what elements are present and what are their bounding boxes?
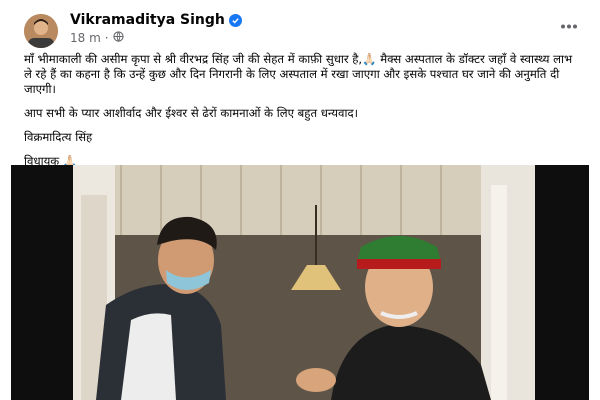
globe-icon xyxy=(112,31,124,45)
post-paragraph-1: माँ भीमाकाली की असीम कृपा से श्री वीरभद्… xyxy=(24,52,573,96)
author-name-row: Vikramaditya Singh xyxy=(70,12,242,28)
facebook-post: Vikramaditya Singh 18 m · माँ भीमाकाली क… xyxy=(0,0,600,400)
post-paragraph-2: आप सभी के प्यार आशीर्वाद और ईश्वर से ढेर… xyxy=(24,106,359,120)
post-time[interactable]: 18 m xyxy=(70,31,101,45)
signature-name: विक्रमादित्य सिंह xyxy=(24,130,93,144)
post-meta: 18 m · xyxy=(70,31,124,45)
more-options-button[interactable] xyxy=(558,14,580,32)
verified-badge-icon xyxy=(228,13,242,27)
author-name[interactable]: Vikramaditya Singh xyxy=(70,12,225,28)
avatar[interactable] xyxy=(24,14,58,48)
post-text: माँ भीमाकाली की असीम कृपा से श्री वीरभद्… xyxy=(24,52,580,178)
more-dots-icon xyxy=(560,14,578,33)
post-photo[interactable] xyxy=(11,165,589,400)
